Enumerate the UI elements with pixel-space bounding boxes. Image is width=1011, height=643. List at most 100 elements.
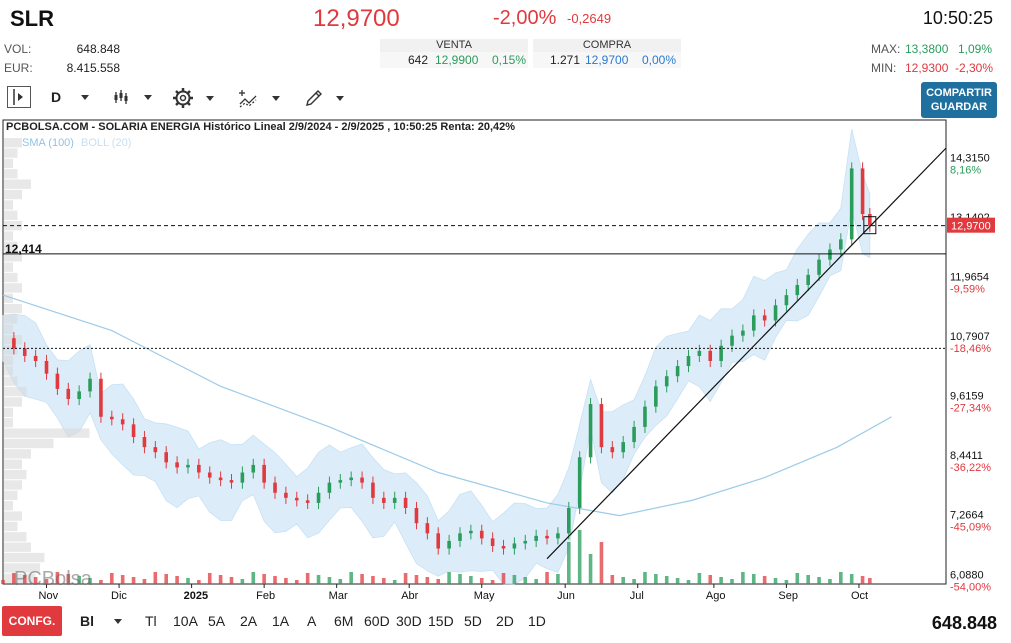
volume-bar	[795, 573, 800, 584]
candle-body	[436, 533, 441, 549]
venta-price: 12,9900	[435, 53, 479, 67]
volume-bar	[447, 572, 451, 584]
range-button-10a[interactable]: 10A	[173, 613, 198, 629]
candle-body	[806, 274, 810, 285]
range-button-1a[interactable]: 1A	[272, 613, 289, 629]
candle-body	[284, 492, 288, 498]
candle-body	[458, 533, 462, 541]
trend-line	[546, 147, 947, 560]
candle-body	[751, 315, 756, 331]
save-label: GUARDAR	[930, 101, 988, 113]
volume-bar	[197, 580, 201, 584]
candle-body	[77, 391, 81, 400]
sidebar-toggle-button[interactable]	[7, 86, 31, 108]
volume-bar	[577, 530, 582, 584]
chevron-down-icon	[272, 95, 280, 101]
x-tick-label: Mar	[329, 590, 348, 602]
volume-bar	[392, 580, 397, 584]
volume-profile-bar	[4, 490, 18, 501]
y-tick-pct-label: 8,16%	[950, 165, 981, 177]
volume-profile-bar	[4, 314, 18, 324]
eur-value: 8.415.558	[66, 61, 120, 75]
range-button-15d[interactable]: 15D	[428, 613, 454, 629]
volume-profile-bar	[4, 283, 22, 293]
price-chart[interactable]: 14,31508,16%13,140211,9654-9,59%10,7907-…	[0, 118, 1011, 604]
venta-qty: 642	[408, 53, 429, 67]
range-button-30d[interactable]: 30D	[396, 613, 422, 629]
volume-bar	[686, 580, 691, 584]
candle-body	[360, 477, 364, 483]
x-tick-label: Nov	[39, 590, 59, 602]
volume-bar	[164, 574, 169, 584]
last-price: 12,9700	[313, 5, 400, 32]
min-value: 12,9300	[905, 61, 949, 75]
range-button-60d[interactable]: 60D	[364, 613, 390, 629]
volume-bar	[99, 580, 103, 584]
candle-body	[240, 472, 245, 483]
volume-bar	[338, 579, 343, 584]
volume-value: 648.848	[76, 42, 120, 56]
candle-body	[599, 404, 604, 448]
volume-profile-bar	[4, 272, 18, 283]
candle-body	[33, 355, 38, 361]
drawing-tools-selector[interactable]	[304, 88, 344, 108]
volume-profile-bar	[4, 148, 18, 158]
current-price-tag-label: 12,9700	[951, 221, 991, 233]
y-tick-pct-label: -18,46%	[950, 343, 991, 355]
period-selector[interactable]: D	[51, 89, 90, 105]
indicators-selector[interactable]	[238, 88, 280, 108]
candle-body	[414, 507, 419, 524]
candle-body	[556, 533, 560, 539]
share-label: COMPARTIR	[926, 87, 992, 99]
volume-profile-bar	[4, 407, 13, 418]
min-pct: -2,30%	[955, 61, 994, 75]
volume-bar	[425, 577, 430, 584]
panel-toggle-icon	[13, 89, 23, 105]
x-tick-label: Dic	[111, 590, 127, 602]
pcbolsa-watermark: PCBolsa	[14, 568, 93, 590]
range-button-5a[interactable]: 5A	[208, 613, 225, 629]
volume-profile-bar	[4, 511, 22, 521]
volume-bar	[131, 577, 136, 584]
y-tick-label: 6,0880	[950, 569, 984, 581]
range-button-a[interactable]: A	[307, 613, 316, 629]
volume-bar	[305, 573, 310, 584]
period-label: D	[51, 89, 62, 105]
y-tick-pct-label: -54,00%	[950, 581, 991, 593]
volume-profile-bar	[4, 138, 22, 148]
y-tick-label: 10,7907	[950, 331, 990, 343]
venta-pct: 0,15%	[492, 53, 527, 67]
config-button[interactable]: CONFG.	[2, 606, 62, 636]
range-button-1d[interactable]: 1D	[528, 613, 546, 629]
y-tick-label: 11,9654	[950, 272, 989, 284]
volume-bar	[545, 572, 549, 584]
range-button-2d[interactable]: 2D	[496, 613, 514, 629]
volume-bar	[458, 574, 462, 584]
volume-bar	[382, 578, 386, 584]
volume-profile-bar	[4, 189, 22, 200]
share-save-button[interactable]: COMPARTIR GUARDAR	[921, 82, 997, 118]
change-absolute: -0,2649	[567, 11, 612, 26]
interval-selector[interactable]: Bl	[80, 613, 122, 629]
volume-profile-bar	[4, 480, 22, 490]
candle-body	[534, 535, 538, 541]
candle-body	[88, 378, 92, 392]
volume-bar	[414, 575, 419, 584]
volume-bar	[469, 576, 473, 584]
chevron-down-icon	[144, 94, 152, 100]
candle-body	[12, 338, 16, 349]
range-button-6m[interactable]: 6M	[334, 613, 353, 629]
last-update-time: 10:50:25	[922, 8, 993, 28]
venta-header: VENTA	[380, 39, 528, 52]
range-button-5d[interactable]: 5D	[464, 613, 482, 629]
candle-body	[349, 477, 353, 481]
range-button-2a[interactable]: 2A	[240, 613, 257, 629]
candle-body	[120, 419, 125, 425]
volume-bar	[610, 575, 615, 584]
change-percent: -2,00%	[493, 7, 557, 29]
range-button-todo[interactable]: Tl	[145, 613, 157, 629]
settings-selector[interactable]	[172, 87, 214, 109]
volume-profile-bar	[4, 521, 18, 532]
support-level-label: 12,414	[5, 242, 42, 256]
chart-type-selector[interactable]	[113, 88, 152, 106]
